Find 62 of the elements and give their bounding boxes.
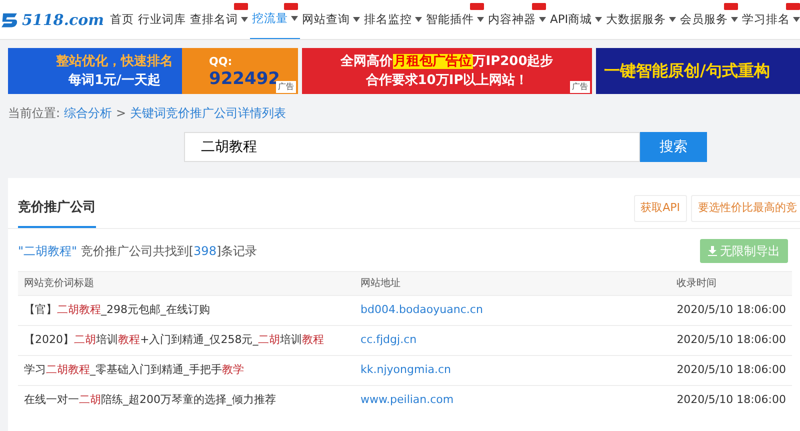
title-cell: 【2020】二胡培训教程+入门到精通_仅258元_二胡培训教程 (18, 325, 355, 355)
nav-link[interactable]: 行业词库 (136, 0, 188, 39)
column-header: 网站竞价词标题 (18, 271, 355, 295)
search-button[interactable]: 搜索 (640, 132, 707, 162)
nav-link[interactable]: 排名监控 (362, 0, 424, 39)
breadcrumb-link[interactable]: 综合分析 (64, 104, 112, 122)
ad-label: 广告 (276, 81, 296, 93)
logo-text[interactable]: 5118.com (22, 10, 104, 28)
ad-label: 广告 (570, 81, 590, 93)
title-cell: 【官】二胡教程_298元包邮_在线订购 (18, 295, 355, 325)
breadcrumb-separator: > (116, 105, 126, 122)
column-header: 网站地址 (354, 271, 671, 295)
tag-icon (786, 2, 800, 10)
banner-text: 一键智能原创/句式重构 (604, 60, 771, 82)
nav-link[interactable]: 学习排名 (740, 0, 800, 39)
url-link[interactable]: bd004.bodaoyuanc.cn (360, 302, 483, 316)
nav-link[interactable]: 查排名词 (188, 0, 250, 39)
tag-icon (234, 2, 248, 10)
nav-link[interactable]: 挖流量 (250, 0, 300, 39)
caret-icon (793, 17, 800, 22)
nav-link[interactable]: 内容神器 (486, 0, 548, 39)
tag-icon (724, 2, 738, 10)
caret-icon (538, 17, 546, 22)
caret-icon (669, 17, 676, 22)
nav-link[interactable]: 首页 (108, 0, 136, 39)
banner-text: 合作要求10万IP以上网站！ (366, 72, 528, 90)
ad-banner[interactable]: 一键智能原创/句式重构 (596, 48, 800, 94)
nav-link[interactable]: 智能插件 (424, 0, 486, 39)
banner-text: 每词1元/一天起 (68, 72, 160, 90)
nav-link[interactable]: 网站查询 (300, 0, 362, 39)
time-cell: 2020/5/10 18:06:00 (670, 385, 792, 415)
time-cell: 2020/5/10 18:06:00 (670, 295, 792, 325)
caret-icon (731, 17, 738, 22)
banner-text: QQ: (209, 54, 234, 70)
nav-link[interactable]: 会员服务 (678, 0, 740, 39)
search-field[interactable]: 二胡教程 (184, 132, 640, 162)
tab[interactable]: 竞价推广公司 (18, 190, 96, 228)
column-header: 收录时间 (670, 271, 792, 295)
result-summary: "二胡教程" 竞价推广公司共找到[398]条记录 (18, 242, 258, 260)
caret-icon (595, 17, 602, 22)
nav-link[interactable]: 大数据服务 (604, 0, 678, 39)
download-icon (708, 246, 717, 256)
title-cell: 在线一对一二胡陪练_超200万琴童的选择_倾力推荐 (18, 385, 355, 415)
breadcrumb-label: 当前位置: (8, 105, 60, 122)
tag-icon (284, 2, 298, 10)
time-cell: 2020/5/10 18:06:00 (670, 325, 792, 355)
tag-icon (532, 2, 546, 10)
title-cell: 学习二胡教程_零基础入门到精通_手把手教学 (18, 355, 355, 385)
url-link[interactable]: cc.fjdgj.cn (360, 332, 417, 346)
caret-icon (240, 17, 248, 22)
nav-link[interactable]: API商城 (548, 0, 604, 39)
caret-icon (352, 17, 360, 22)
banner-text: 整站优化，快速排名 (56, 52, 173, 70)
breadcrumb-link[interactable]: 关键词竞价推广公司详情列表 (130, 104, 286, 122)
time-cell: 2020/5/10 18:06:00 (670, 355, 792, 385)
caret-icon (414, 17, 422, 22)
logo-icon (0, 11, 20, 28)
caret-icon (476, 17, 484, 22)
caret-icon (290, 16, 298, 21)
url-link[interactable]: kk.njyongmia.cn (360, 362, 452, 376)
tag-icon (470, 2, 484, 10)
url-link[interactable]: www.peilian.com (360, 393, 454, 406)
